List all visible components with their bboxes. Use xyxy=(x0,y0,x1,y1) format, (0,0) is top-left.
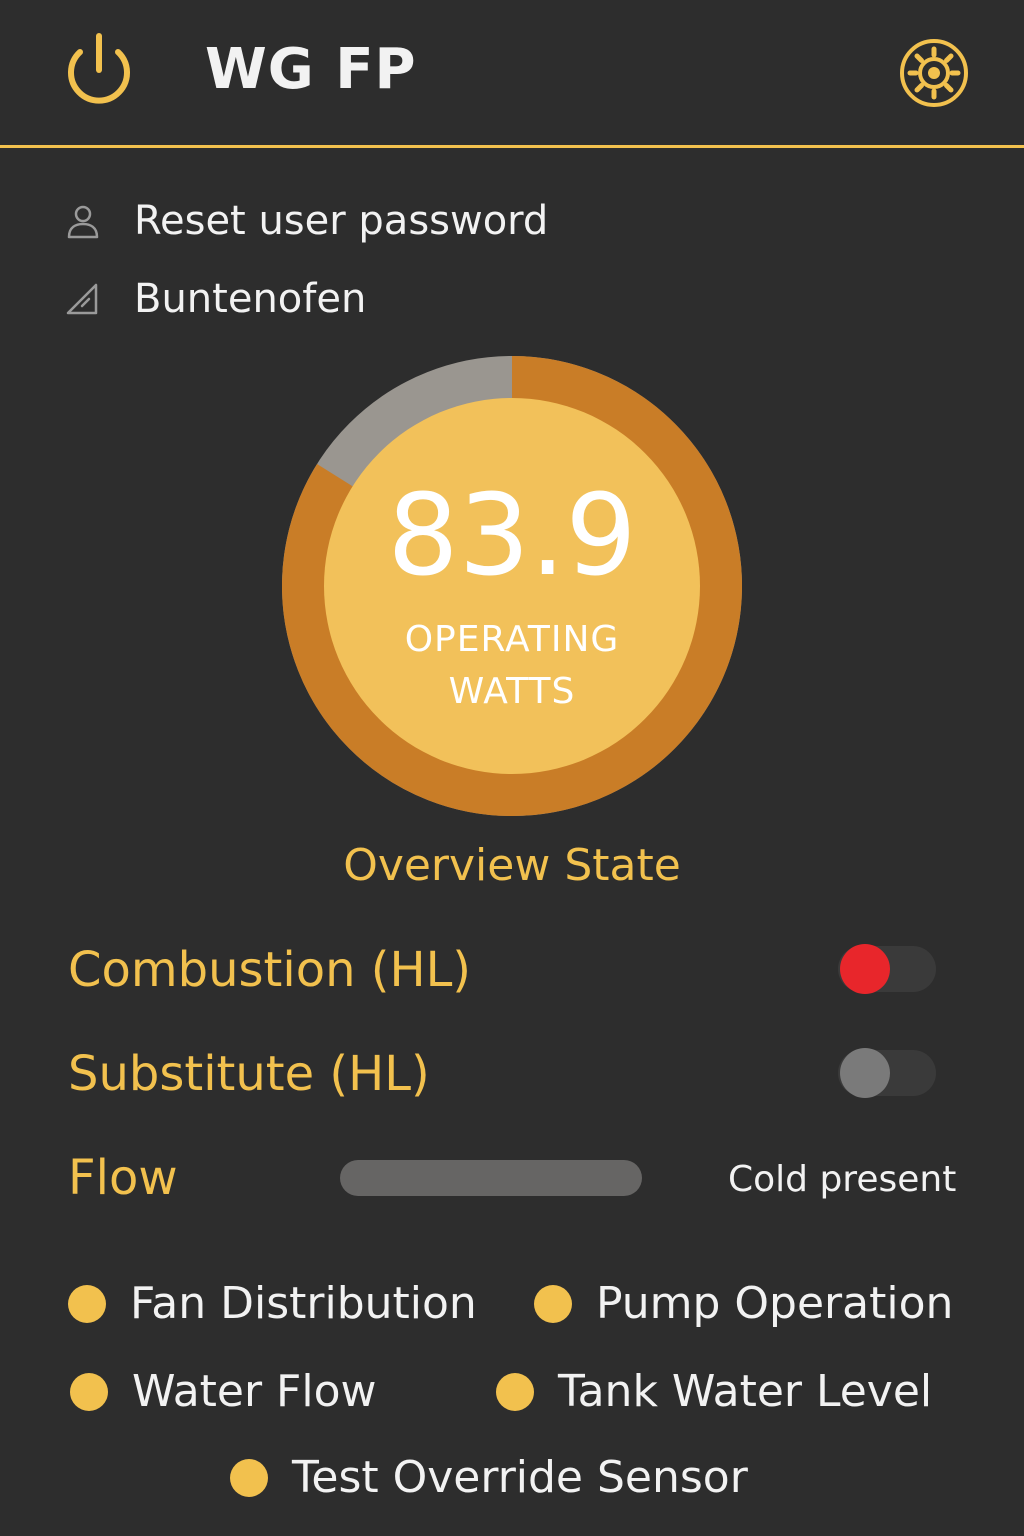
operating-watts-gauge: 83.9 OPERATING WATTS xyxy=(282,356,742,816)
power-icon[interactable] xyxy=(58,30,140,112)
legend-label: Pump Operation xyxy=(596,1278,954,1329)
legend-label: Water Flow xyxy=(132,1366,377,1417)
legend-label: Test Override Sensor xyxy=(292,1452,748,1503)
gauge-unit-line1: OPERATING xyxy=(404,619,620,660)
legend-item-pump-operation: Pump Operation xyxy=(534,1276,953,1332)
substitute-toggle-knob xyxy=(840,1048,890,1098)
flow-status: Cold present xyxy=(728,1159,957,1200)
legend-label: Fan Distribution xyxy=(130,1278,477,1329)
legend-dot xyxy=(68,1285,106,1323)
legend-item-fan-distribution: Fan Distribution xyxy=(68,1276,477,1332)
combustion-label: Combustion (HL) xyxy=(68,942,472,998)
substitute-toggle[interactable] xyxy=(838,1048,936,1098)
combustion-row: Combustion (HL) xyxy=(68,940,948,1000)
legend-item-tank-water-level: Tank Water Level xyxy=(496,1364,932,1420)
app-header: WG FP xyxy=(0,0,1024,148)
gauge-value: 83.9 xyxy=(387,471,637,601)
gear-icon[interactable] xyxy=(898,37,970,109)
device-name: Buntenofen xyxy=(134,276,367,322)
reset-password-row[interactable]: Reset user password xyxy=(64,196,548,246)
gauge-unit-line2: WATTS xyxy=(448,671,576,712)
reset-password-label: Reset user password xyxy=(134,198,549,244)
flow-bar xyxy=(340,1160,642,1196)
app-title: WG FP xyxy=(205,37,417,102)
gauge-unit: OPERATING WATTS xyxy=(362,614,662,718)
device-row[interactable]: Buntenofen xyxy=(64,274,366,324)
flow-row: Flow Cold present xyxy=(68,1148,958,1208)
flow-label: Flow xyxy=(68,1150,178,1206)
user-icon xyxy=(64,202,102,240)
legend-item-test-override-sensor: Test Override Sensor xyxy=(230,1450,748,1506)
legend-dot xyxy=(230,1459,268,1497)
combustion-toggle-knob xyxy=(840,944,890,994)
overview-state-title: Overview State xyxy=(343,840,681,891)
legend-dot xyxy=(70,1373,108,1411)
substitute-label: Substitute (HL) xyxy=(68,1046,430,1102)
substitute-row: Substitute (HL) xyxy=(68,1044,948,1104)
legend-item-water-flow: Water Flow xyxy=(70,1364,377,1420)
legend-dot xyxy=(534,1285,572,1323)
combustion-toggle[interactable] xyxy=(838,944,936,994)
legend-dot xyxy=(496,1373,534,1411)
legend-label: Tank Water Level xyxy=(558,1366,933,1417)
triangle-ruler-icon xyxy=(64,280,102,318)
